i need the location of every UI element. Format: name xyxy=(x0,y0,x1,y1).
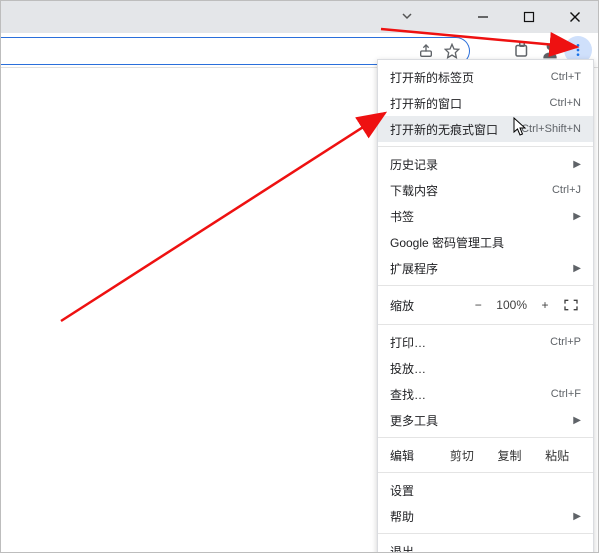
star-icon[interactable] xyxy=(443,42,461,60)
menu-item-shortcut: Ctrl+N xyxy=(550,97,581,109)
menu-item-label: 下载内容 xyxy=(390,182,542,199)
submenu-caret-icon: ▶ xyxy=(573,415,581,426)
menu-item-shortcut: Ctrl+F xyxy=(551,388,581,400)
menu-item-label: 扩展程序 xyxy=(390,260,563,277)
chevron-down-icon[interactable] xyxy=(401,10,413,25)
menu-item-label: 编辑 xyxy=(390,447,438,464)
menu-item-label: 帮助 xyxy=(390,508,563,525)
menu-item-downloads[interactable]: 下载内容 Ctrl+J xyxy=(378,177,593,203)
close-button[interactable] xyxy=(552,1,598,33)
menu-item-label: 书签 xyxy=(390,208,563,225)
menu-item-more-tools[interactable]: 更多工具 ▶ xyxy=(378,407,593,433)
menu-separator xyxy=(378,146,593,147)
menu-item-label: 缩放 xyxy=(390,297,470,314)
fullscreen-icon[interactable] xyxy=(563,298,581,312)
menu-item-print[interactable]: 打印… Ctrl+P xyxy=(378,329,593,355)
window-controls xyxy=(460,1,598,33)
menu-item-new-incognito[interactable]: 打开新的无痕式窗口 Ctrl+Shift+N xyxy=(378,116,593,142)
minimize-button[interactable] xyxy=(460,1,506,33)
menu-item-shortcut: Ctrl+J xyxy=(552,184,581,196)
menu-item-label: 更多工具 xyxy=(390,412,563,429)
menu-item-exit[interactable]: 退出 xyxy=(378,538,593,553)
edit-copy-button[interactable]: 复制 xyxy=(486,447,534,464)
menu-item-history[interactable]: 历史记录 ▶ xyxy=(378,151,593,177)
menu-separator xyxy=(378,324,593,325)
menu-item-label: 设置 xyxy=(390,482,581,499)
zoom-out-button[interactable]: − xyxy=(470,298,486,312)
menu-item-label: 历史记录 xyxy=(390,156,563,173)
menu-item-cast[interactable]: 投放… xyxy=(378,355,593,381)
menu-item-label: 查找… xyxy=(390,386,541,403)
menu-item-find[interactable]: 查找… Ctrl+F xyxy=(378,381,593,407)
submenu-caret-icon: ▶ xyxy=(573,263,581,274)
edit-cut-button[interactable]: 剪切 xyxy=(438,447,486,464)
menu-item-settings[interactable]: 设置 xyxy=(378,477,593,503)
menu-item-label: 打开新的窗口 xyxy=(390,95,540,112)
menu-item-help[interactable]: 帮助 ▶ xyxy=(378,503,593,529)
menu-separator xyxy=(378,437,593,438)
menu-item-label: 打开新的无痕式窗口 xyxy=(390,121,511,138)
menu-item-password-manager[interactable]: Google 密码管理工具 xyxy=(378,229,593,255)
menu-item-label: 打开新的标签页 xyxy=(390,69,541,86)
menu-item-label: 投放… xyxy=(390,360,581,377)
edit-paste-button[interactable]: 粘贴 xyxy=(533,447,581,464)
menu-item-label: Google 密码管理工具 xyxy=(390,234,581,251)
menu-item-shortcut: Ctrl+Shift+N xyxy=(521,123,581,135)
menu-item-label: 打印… xyxy=(390,334,540,351)
menu-item-new-window[interactable]: 打开新的窗口 Ctrl+N xyxy=(378,90,593,116)
chrome-menu: 打开新的标签页 Ctrl+T 打开新的窗口 Ctrl+N 打开新的无痕式窗口 C… xyxy=(377,59,594,553)
menu-item-zoom: 缩放 − 100% + xyxy=(378,290,593,320)
browser-window: 打开新的标签页 Ctrl+T 打开新的窗口 Ctrl+N 打开新的无痕式窗口 C… xyxy=(0,0,599,553)
zoom-value: 100% xyxy=(496,298,527,312)
menu-item-label: 退出 xyxy=(390,543,581,553)
menu-separator xyxy=(378,472,593,473)
menu-item-shortcut: Ctrl+P xyxy=(550,336,581,348)
maximize-button[interactable] xyxy=(506,1,552,33)
menu-separator xyxy=(378,533,593,534)
submenu-caret-icon: ▶ xyxy=(573,159,581,170)
share-icon[interactable] xyxy=(417,42,435,60)
menu-item-extensions[interactable]: 扩展程序 ▶ xyxy=(378,255,593,281)
submenu-caret-icon: ▶ xyxy=(573,211,581,222)
submenu-caret-icon: ▶ xyxy=(573,511,581,522)
menu-item-edit: 编辑 剪切 复制 粘贴 xyxy=(378,442,593,468)
zoom-in-button[interactable]: + xyxy=(537,298,553,312)
menu-item-bookmarks[interactable]: 书签 ▶ xyxy=(378,203,593,229)
menu-item-shortcut: Ctrl+T xyxy=(551,71,581,83)
menu-item-new-tab[interactable]: 打开新的标签页 Ctrl+T xyxy=(378,64,593,90)
menu-separator xyxy=(378,285,593,286)
